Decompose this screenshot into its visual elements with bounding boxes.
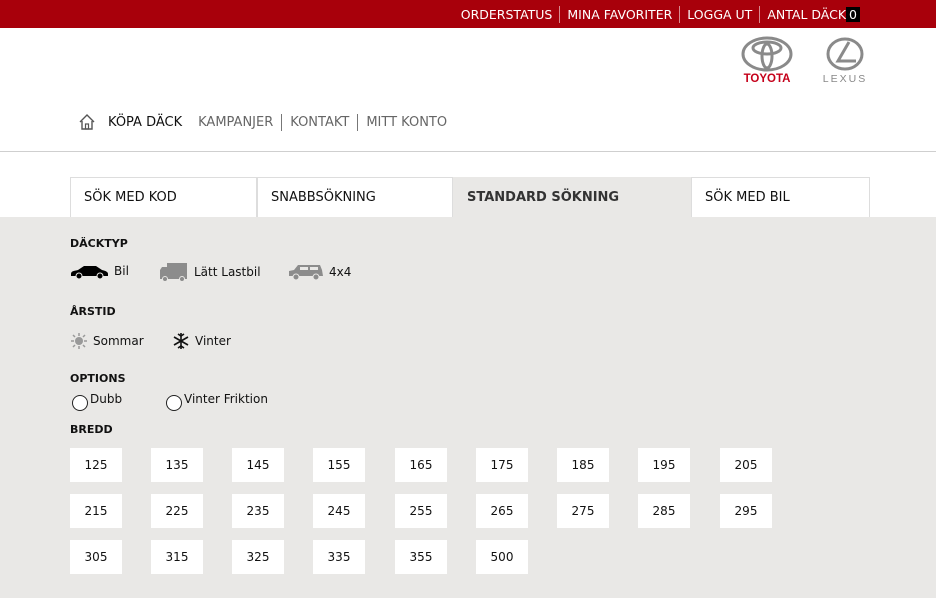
logga-ut-link[interactable]: LOGGA UT <box>679 5 759 23</box>
option-vinter-friktion-label: Vinter Friktion <box>184 392 268 406</box>
bredd-button-245[interactable]: 245 <box>313 494 365 528</box>
bredd-button-325[interactable]: 325 <box>232 540 284 574</box>
option-dubb-label: Dubb <box>90 392 123 406</box>
nav-kampanjer[interactable]: KAMPANJER <box>190 114 281 131</box>
toyota-logo-text: TOYOTA <box>743 73 791 85</box>
bredd-button-175[interactable]: 175 <box>476 448 528 482</box>
bredd-button-145[interactable]: 145 <box>232 448 284 482</box>
vinter-friktion-radio[interactable] <box>166 395 182 411</box>
nav-kontakt[interactable]: KONTAKT <box>281 113 357 131</box>
main-nav: KÖPA DÄCK KAMPANJER KONTAKT MITT KONTO <box>78 112 455 132</box>
mina-favoriter-link[interactable]: MINA FAVORITER <box>559 5 679 23</box>
bredd-button-305[interactable]: 305 <box>70 540 122 574</box>
tab-sok-med-kod[interactable]: SÖK MED KOD <box>70 177 257 217</box>
cart-count-badge: 0 <box>846 6 860 22</box>
tab-standard-sokning[interactable]: STANDARD SÖKNING <box>453 177 691 217</box>
orderstatus-link[interactable]: ORDERSTATUS <box>454 6 560 23</box>
option-vinter-friktion[interactable]: Vinter Friktion <box>166 391 268 411</box>
top-bar: ORDERSTATUS MINA FAVORITER LOGGA UT ANTA… <box>0 0 936 28</box>
arstid-vinter-label: Vinter <box>195 334 231 348</box>
lexus-logo-text: LEXUS <box>822 73 868 85</box>
nav-mitt-konto[interactable]: MITT KONTO <box>357 113 455 131</box>
bredd-button-225[interactable]: 225 <box>151 494 203 528</box>
option-dubb[interactable]: Dubb <box>72 391 123 411</box>
bredd-button-135[interactable]: 135 <box>151 448 203 482</box>
car-icon <box>71 266 108 279</box>
dacktyp-latt-lastbil-option[interactable]: Lätt Lastbil <box>159 262 261 282</box>
header: TOYOTA LEXUS KÖPA DÄCK KAMPANJER KONTAKT… <box>0 28 936 152</box>
bredd-button-335[interactable]: 335 <box>313 540 365 574</box>
antal-dack-label: ANTAL DÄCK <box>767 6 847 22</box>
sun-icon <box>71 333 87 349</box>
bredd-button-295[interactable]: 295 <box>720 494 772 528</box>
bredd-button-275[interactable]: 275 <box>557 494 609 528</box>
bredd-button-265[interactable]: 265 <box>476 494 528 528</box>
dacktyp-bil-option[interactable]: Bil <box>69 263 129 279</box>
top-nav: ORDERSTATUS MINA FAVORITER LOGGA UT ANTA… <box>454 4 861 24</box>
bredd-button-285[interactable]: 285 <box>638 494 690 528</box>
bredd-button-185[interactable]: 185 <box>557 448 609 482</box>
bredd-button-165[interactable]: 165 <box>395 448 447 482</box>
bredd-button-125[interactable]: 125 <box>70 448 122 482</box>
bredd-button-255[interactable]: 255 <box>395 494 447 528</box>
tab-snabbsokning[interactable]: SNABBSÖKNING <box>257 177 453 217</box>
lexus-logo-icon <box>826 37 864 71</box>
suv-icon <box>289 265 323 281</box>
toyota-brand-link[interactable]: TOYOTA <box>732 36 802 85</box>
dacktyp-title: DÄCKTYP <box>70 237 128 250</box>
arstid-sommar-option[interactable]: Sommar <box>70 332 144 350</box>
bredd-button-235[interactable]: 235 <box>232 494 284 528</box>
bredd-title: BREDD <box>70 423 113 436</box>
toyota-logo-icon <box>741 36 793 72</box>
tab-sok-med-bil[interactable]: SÖK MED BIL <box>691 177 870 217</box>
bredd-button-315[interactable]: 315 <box>151 540 203 574</box>
dacktyp-4x4-label: 4x4 <box>329 265 352 279</box>
bredd-button-205[interactable]: 205 <box>720 448 772 482</box>
antal-dack-link[interactable]: ANTAL DÄCK 0 <box>759 5 861 23</box>
search-tabs: SÖK MED KOD SNABBSÖKNING STANDARD SÖKNIN… <box>70 177 870 217</box>
nav-kopa-dack[interactable]: KÖPA DÄCK <box>108 114 190 131</box>
dacktyp-latt-lastbil-label: Lätt Lastbil <box>194 265 261 279</box>
bredd-button-500[interactable]: 500 <box>476 540 528 574</box>
dubb-radio[interactable] <box>72 395 88 411</box>
bredd-button-195[interactable]: 195 <box>638 448 690 482</box>
options-title: OPTIONS <box>70 372 126 385</box>
bredd-button-215[interactable]: 215 <box>70 494 122 528</box>
home-icon[interactable] <box>78 113 96 131</box>
snowflake-icon <box>173 333 189 349</box>
bredd-button-355[interactable]: 355 <box>395 540 447 574</box>
arstid-sommar-label: Sommar <box>93 334 144 348</box>
bredd-button-155[interactable]: 155 <box>313 448 365 482</box>
van-icon <box>160 263 187 282</box>
lexus-brand-link[interactable]: LEXUS <box>810 36 880 85</box>
arstid-title: ÅRSTID <box>70 305 116 318</box>
arstid-vinter-option[interactable]: Vinter <box>172 332 231 350</box>
dacktyp-4x4-option[interactable]: 4x4 <box>288 263 351 281</box>
dacktyp-bil-label: Bil <box>114 264 129 278</box>
